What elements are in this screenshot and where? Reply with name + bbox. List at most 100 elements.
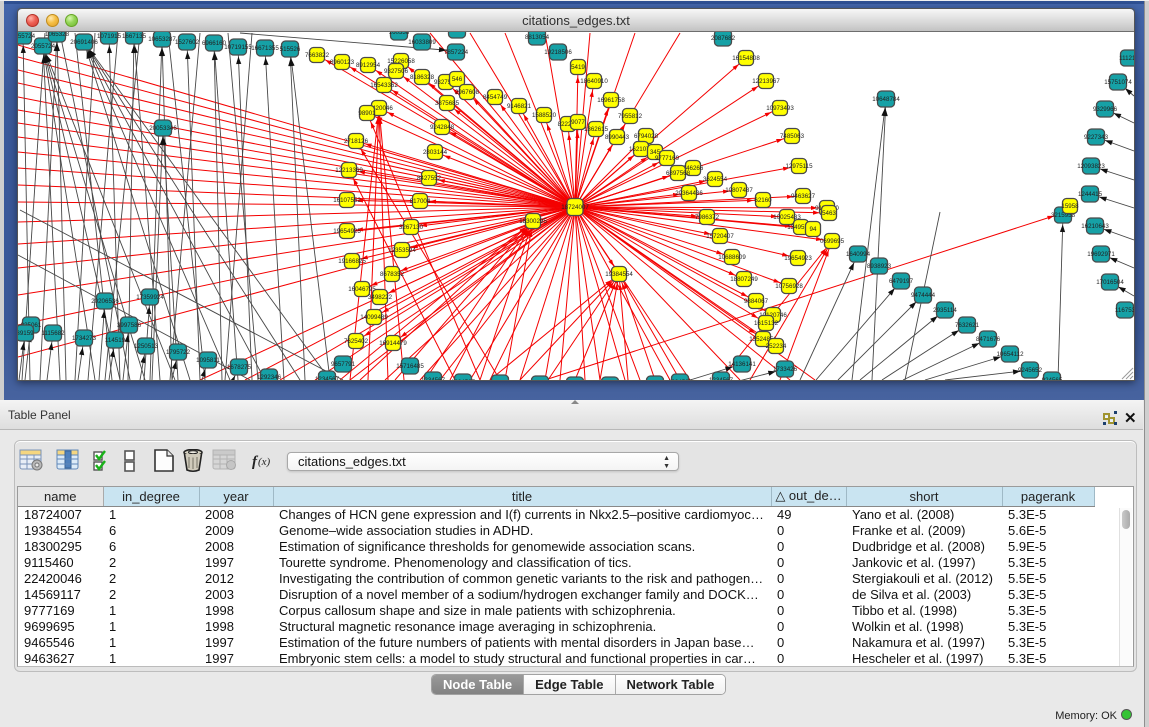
svg-text:18300295: 18300295 [519, 218, 547, 225]
svg-text:8938923: 8938923 [867, 263, 892, 270]
svg-text:18724007: 18724007 [561, 204, 589, 211]
svg-text:16543362: 16543362 [370, 82, 398, 89]
svg-text:6794028: 6794028 [634, 133, 659, 140]
svg-text:9884067: 9884067 [744, 298, 769, 305]
svg-text:20691406: 20691406 [70, 39, 98, 46]
svg-text:18807249: 18807249 [730, 276, 758, 283]
svg-text:1667135: 1667135 [122, 33, 147, 40]
svg-text:8454749: 8454749 [483, 94, 508, 101]
svg-text:1640994: 1640994 [846, 251, 871, 258]
svg-text:16961758: 16961758 [597, 97, 625, 104]
svg-text:8678352: 8678352 [380, 271, 405, 278]
svg-text:1095811: 1095811 [196, 357, 220, 364]
svg-text:3498222: 3498222 [368, 294, 393, 301]
svg-text:515526: 515526 [280, 46, 301, 53]
svg-text:62160: 62160 [754, 197, 772, 204]
svg-text:15716485: 15716485 [396, 363, 424, 370]
svg-text:1244415: 1244415 [1078, 191, 1103, 198]
svg-text:16046795: 16046795 [348, 286, 376, 293]
svg-text:10756928: 10756928 [775, 283, 803, 290]
svg-text:2967608: 2967608 [455, 89, 480, 96]
svg-text:2087682: 2087682 [711, 35, 736, 42]
svg-text:15751074: 15751074 [1104, 79, 1132, 86]
svg-text:1795722: 1795722 [166, 349, 191, 356]
svg-text:2718126: 2718126 [344, 138, 369, 145]
svg-text:39159: 39159 [18, 330, 34, 337]
svg-text:7986372: 7986372 [695, 214, 720, 221]
svg-text:18640910: 18640910 [580, 78, 608, 85]
svg-text:94: 94 [810, 226, 817, 233]
svg-text:98901: 98901 [358, 110, 376, 117]
svg-text:160338: 160338 [389, 32, 410, 36]
svg-text:1734273: 1734273 [72, 335, 97, 342]
svg-text:1115682: 1115682 [41, 330, 65, 337]
svg-text:9329966: 9329966 [1093, 106, 1118, 113]
svg-text:1588520: 1588520 [532, 112, 557, 119]
svg-text:10719155: 10719155 [224, 44, 252, 51]
svg-text:6479197: 6479197 [889, 278, 914, 285]
svg-text:12353594: 12353594 [388, 247, 416, 254]
svg-text:7485063: 7485063 [780, 133, 805, 140]
svg-text:15958: 15958 [1061, 203, 1079, 210]
svg-text:(x): (x) [258, 456, 271, 468]
svg-text:1250513: 1250513 [134, 343, 159, 350]
svg-text:1065328: 1065328 [45, 32, 70, 38]
svg-text:114519: 114519 [105, 337, 126, 344]
svg-text:8471676: 8471676 [976, 336, 1001, 343]
svg-text:12093823: 12093823 [1077, 163, 1105, 170]
svg-text:16914479: 16914479 [379, 340, 407, 347]
svg-text:546: 546 [452, 76, 463, 83]
svg-text:8912954: 8912954 [356, 62, 381, 69]
svg-text:2803144: 2803144 [423, 149, 448, 156]
svg-text:12213369: 12213369 [335, 167, 363, 174]
svg-text:9777169: 9777169 [655, 155, 680, 162]
svg-text:8813054: 8813054 [525, 34, 550, 41]
svg-text:2055724: 2055724 [31, 43, 56, 50]
svg-text:19654923: 19654923 [784, 255, 812, 262]
svg-text:19218506: 19218506 [544, 49, 572, 56]
svg-text:1234567: 1234567 [451, 379, 476, 380]
svg-text:20206536: 20206536 [91, 298, 119, 305]
svg-text:1071915: 1071915 [97, 33, 122, 40]
svg-text:7955812: 7955812 [618, 113, 643, 120]
svg-text:10807487: 10807487 [725, 187, 753, 194]
svg-text:3875685: 3875685 [435, 100, 460, 107]
svg-text:8990443: 8990443 [605, 134, 630, 141]
svg-text:19692971: 19692971 [1087, 251, 1115, 258]
svg-text:19654925: 19654925 [333, 228, 361, 235]
svg-text:8960123: 8960123 [330, 59, 355, 66]
svg-text:10648784: 10648784 [872, 96, 900, 103]
svg-text:10973493: 10973493 [766, 105, 794, 112]
svg-text:8186328: 8186328 [410, 74, 435, 81]
svg-text:5463: 5463 [822, 210, 836, 217]
svg-text:14099489: 14099489 [360, 314, 388, 321]
svg-text:9245652: 9245652 [1018, 367, 1043, 374]
svg-text:16210643: 16210643 [1081, 223, 1109, 230]
svg-text:12213967: 12213967 [752, 78, 780, 85]
svg-text:9077: 9077 [571, 119, 585, 126]
svg-text:20053346: 20053346 [149, 125, 177, 132]
svg-text:9463627: 9463627 [791, 193, 816, 200]
svg-text:16107552: 16107552 [333, 197, 361, 204]
svg-text:19384554: 19384554 [605, 271, 633, 278]
svg-text:10654112: 10654112 [996, 351, 1024, 358]
svg-text:16154808: 16154808 [732, 55, 760, 62]
svg-text:10653287: 10653287 [148, 36, 176, 43]
svg-text:6897568: 6897568 [666, 170, 691, 177]
svg-text:1234567: 1234567 [421, 377, 446, 380]
svg-text:3997586: 3997586 [117, 322, 142, 329]
svg-text:1678275: 1678275 [227, 364, 252, 371]
svg-text:1362615: 1362615 [584, 126, 609, 133]
svg-text:10688609: 10688609 [718, 254, 746, 261]
svg-text:16033809: 16033809 [408, 39, 436, 46]
svg-text:9242848: 9242848 [430, 124, 455, 131]
svg-text:7857224: 7857224 [444, 49, 469, 56]
svg-text:20364436: 20364436 [675, 190, 703, 197]
svg-text:16671355: 16671355 [251, 45, 279, 52]
svg-text:9227343: 9227343 [1084, 134, 1109, 141]
svg-text:17359924: 17359924 [136, 294, 164, 301]
svg-text:3267130: 3267130 [399, 224, 424, 231]
svg-text:1527602: 1527602 [175, 39, 200, 46]
svg-text:1234567: 1234567 [668, 379, 693, 380]
svg-text:19166825: 19166825 [338, 258, 366, 265]
